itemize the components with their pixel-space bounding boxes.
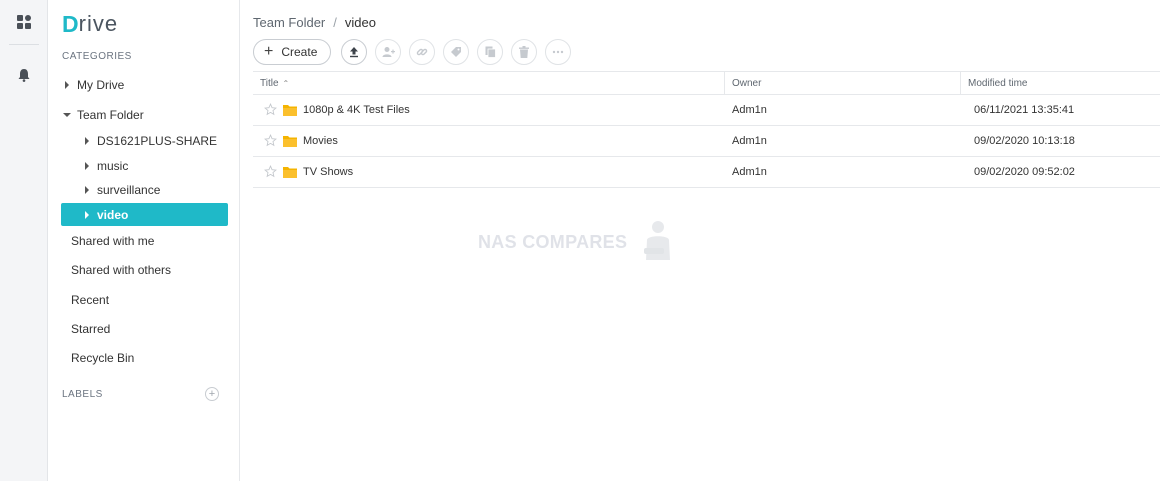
sidebar-item-ds1621plus-share[interactable]: DS1621PLUS-SHARE — [81, 129, 228, 152]
folder-icon — [283, 104, 297, 116]
share-user-icon[interactable] — [375, 39, 402, 65]
plus-icon: + — [264, 43, 274, 60]
more-icon[interactable] — [545, 39, 572, 65]
column-modified-label: Modified time — [968, 77, 1028, 89]
file-name[interactable]: Movies — [303, 135, 338, 147]
breadcrumb-team-folder[interactable]: Team Folder — [253, 15, 325, 30]
main-content: Team Folder / video + Create Title ⌃ Own… — [240, 0, 1160, 481]
add-label-button[interactable]: + — [205, 387, 219, 401]
labels-title: LABELS — [62, 389, 103, 400]
sidebar-item-label: Recycle Bin — [71, 350, 135, 365]
file-owner: Adm1n — [732, 135, 767, 147]
sidebar-item-label: video — [97, 207, 129, 222]
file-modified: 09/02/2020 09:52:02 — [974, 166, 1075, 178]
sort-ascending-icon: ⌃ — [282, 78, 290, 88]
logo-text: rive — [78, 11, 119, 36]
column-modified-time[interactable]: Modified time — [961, 72, 1160, 94]
sidebar-item-surveillance[interactable]: surveillance — [81, 178, 228, 201]
sidebar-item-label: Team Folder — [77, 107, 144, 122]
column-owner[interactable]: Owner — [725, 72, 961, 94]
watermark-figure-icon — [641, 218, 675, 267]
star-icon[interactable] — [264, 134, 278, 148]
create-button-label: Create — [281, 45, 318, 59]
sidebar-item-shared-with-me[interactable]: Shared with me — [61, 229, 228, 252]
categories-title: CATEGORIES — [62, 51, 132, 62]
sidebar-item-starred[interactable]: Starred — [61, 317, 228, 340]
file-modified: 06/11/2021 13:35:41 — [974, 104, 1075, 116]
table-row[interactable]: Movies Adm1n 09/02/2020 10:13:18 — [253, 126, 1160, 157]
file-modified: 09/02/2020 10:13:18 — [974, 135, 1075, 147]
caret-right-icon — [81, 161, 93, 170]
sidebar-item-label: DS1621PLUS-SHARE — [97, 133, 218, 148]
caret-right-icon — [81, 210, 93, 219]
toolbar: + Create — [253, 39, 579, 65]
breadcrumb-current: video — [344, 15, 376, 30]
sidebar-item-recycle-bin[interactable]: Recycle Bin — [61, 346, 228, 369]
drive-app: Drive CATEGORIES My Drive Team Folder DS… — [0, 0, 1160, 481]
sidebar-item-music[interactable]: music — [81, 154, 228, 177]
file-owner: Adm1n — [732, 104, 767, 116]
breadcrumb-separator: / — [333, 15, 337, 30]
file-owner: Adm1n — [732, 166, 767, 178]
copy-icon[interactable] — [477, 39, 504, 65]
sidebar-item-label: surveillance — [97, 182, 161, 197]
file-name[interactable]: TV Shows — [303, 166, 353, 178]
sidebar-item-team-folder[interactable]: Team Folder — [61, 103, 228, 126]
sidebar-item-label: music — [97, 158, 129, 173]
sidebar-item-label: Shared with others — [71, 262, 172, 277]
caret-right-icon — [61, 80, 73, 89]
link-icon[interactable] — [409, 39, 436, 65]
file-table: Title ⌃ Owner Modified time 1080p & 4K T… — [253, 71, 1160, 188]
sidebar: Drive CATEGORIES My Drive Team Folder DS… — [48, 0, 240, 481]
table-row[interactable]: TV Shows Adm1n 09/02/2020 09:52:02 — [253, 157, 1160, 188]
table-row[interactable]: 1080p & 4K Test Files Adm1n 06/11/2021 1… — [253, 95, 1160, 126]
sidebar-item-shared-with-others[interactable]: Shared with others — [61, 258, 228, 281]
breadcrumb: Team Folder / video — [253, 15, 376, 30]
app-rail — [0, 0, 48, 481]
star-icon[interactable] — [264, 103, 278, 117]
label-tag-icon[interactable] — [443, 39, 470, 65]
create-button[interactable]: + Create — [253, 39, 332, 65]
logo-letter: D — [62, 10, 79, 37]
sidebar-item-my-drive[interactable]: My Drive — [61, 73, 228, 96]
sidebar-item-label: My Drive — [77, 77, 125, 92]
apps-grid-icon[interactable] — [0, 2, 48, 42]
watermark: NAS COMPARES — [478, 218, 675, 267]
star-icon[interactable] — [264, 165, 278, 179]
sidebar-item-label: Recent — [71, 292, 110, 307]
sidebar-item-recent[interactable]: Recent — [61, 288, 228, 311]
folder-icon — [283, 135, 297, 147]
caret-right-icon — [81, 185, 93, 194]
folder-icon — [283, 166, 297, 178]
rail-divider — [9, 44, 39, 45]
bell-icon[interactable] — [0, 55, 48, 95]
file-name[interactable]: 1080p & 4K Test Files — [303, 104, 410, 116]
drive-logo: Drive — [62, 10, 118, 38]
caret-right-icon — [81, 136, 93, 145]
upload-icon[interactable] — [341, 39, 368, 65]
table-header: Title ⌃ Owner Modified time — [253, 71, 1160, 95]
column-title-label: Title — [260, 77, 279, 89]
column-owner-label: Owner — [732, 77, 762, 89]
caret-down-icon — [61, 112, 73, 118]
delete-icon[interactable] — [511, 39, 538, 65]
sidebar-item-video[interactable]: video — [61, 203, 228, 226]
sidebar-item-label: Shared with me — [71, 233, 155, 248]
sidebar-item-label: Starred — [71, 321, 111, 336]
watermark-text: NAS COMPARES — [478, 232, 628, 252]
column-title[interactable]: Title ⌃ — [253, 72, 725, 94]
